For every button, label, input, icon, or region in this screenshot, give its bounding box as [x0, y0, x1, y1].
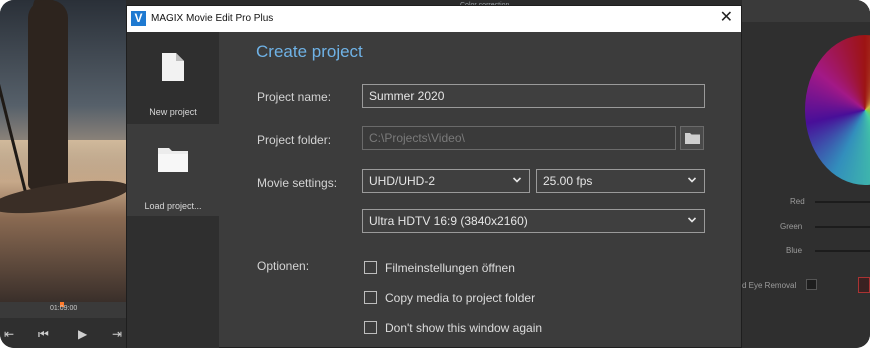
movie-settings-label: Movie settings:: [257, 176, 338, 190]
red-indicator[interactable]: [858, 277, 870, 293]
dont-show-again-checkbox[interactable]: [364, 321, 377, 334]
dialog-title: MAGIX Movie Edit Pro Plus: [151, 13, 274, 24]
timecode: 01:09:00: [50, 305, 78, 312]
eye-removal-label: d Eye Removal: [742, 281, 797, 290]
copy-media-checkbox[interactable]: [364, 291, 377, 304]
sidebar-item-label: New project: [149, 107, 197, 117]
folder-icon: [158, 148, 188, 172]
next-icon[interactable]: ⇥: [112, 328, 122, 340]
sidebar-item-new-project[interactable]: New project: [127, 32, 219, 124]
page-title: Create project: [256, 42, 363, 61]
blue-slider[interactable]: [815, 250, 870, 252]
sidebar-item-load-project[interactable]: Load project...: [127, 124, 219, 216]
project-name-input[interactable]: Summer 2020: [362, 84, 705, 108]
eye-removal-checkbox[interactable]: [806, 279, 817, 290]
new-document-icon: [162, 53, 184, 81]
chevron-down-icon: [688, 177, 696, 183]
open-movie-settings-checkbox[interactable]: [364, 261, 377, 274]
format-select[interactable]: Ultra HDTV 16:9 (3840x2160): [362, 209, 705, 233]
video-preview: [0, 0, 132, 302]
options-label: Optionen:: [257, 259, 310, 273]
skip-start-icon[interactable]: ⇤: [4, 328, 14, 340]
project-name-label: Project name:: [257, 90, 332, 104]
framerate-value: 25.00 fps: [543, 174, 593, 188]
format-value: Ultra HDTV 16:9 (3840x2160): [369, 214, 528, 228]
close-icon[interactable]: ✕: [720, 10, 733, 26]
copy-media-label[interactable]: Copy media to project folder: [385, 291, 535, 305]
green-label: Green: [780, 222, 803, 231]
project-folder-label: Project folder:: [257, 133, 332, 147]
framerate-select[interactable]: 25.00 fps: [536, 169, 705, 193]
magix-logo-icon: V: [131, 11, 146, 26]
project-sidebar: New project Load project...: [127, 32, 219, 348]
create-project-dialog: V MAGIX Movie Edit Pro Plus ✕ New projec…: [126, 5, 742, 348]
open-movie-settings-label[interactable]: Filmeinstellungen öffnen: [385, 261, 515, 275]
browse-folder-button[interactable]: [680, 126, 704, 150]
red-slider[interactable]: [815, 201, 870, 203]
resolution-value: UHD/UHD-2: [369, 174, 435, 188]
previous-icon[interactable]: ⏮: [38, 328, 49, 340]
resolution-select[interactable]: UHD/UHD-2: [362, 169, 530, 193]
chevron-down-icon: [513, 177, 521, 183]
folder-icon: [685, 133, 700, 144]
chevron-down-icon: [688, 217, 696, 223]
blue-label: Blue: [786, 246, 803, 255]
transport-bar: [0, 318, 126, 348]
sidebar-item-label: Load project...: [144, 201, 202, 211]
play-icon[interactable]: ▶: [78, 328, 87, 340]
app-window: 01:09:00 ⇤ ⏮ ▶ ⇥ Color correction Red Gr…: [0, 0, 870, 348]
green-slider[interactable]: [815, 226, 870, 228]
dont-show-again-label[interactable]: Don't show this window again: [385, 321, 542, 335]
red-label: Red: [790, 197, 805, 206]
project-folder-input[interactable]: C:\Projects\Video\: [362, 126, 676, 150]
dialog-titlebar: V MAGIX Movie Edit Pro Plus ✕: [127, 6, 741, 32]
